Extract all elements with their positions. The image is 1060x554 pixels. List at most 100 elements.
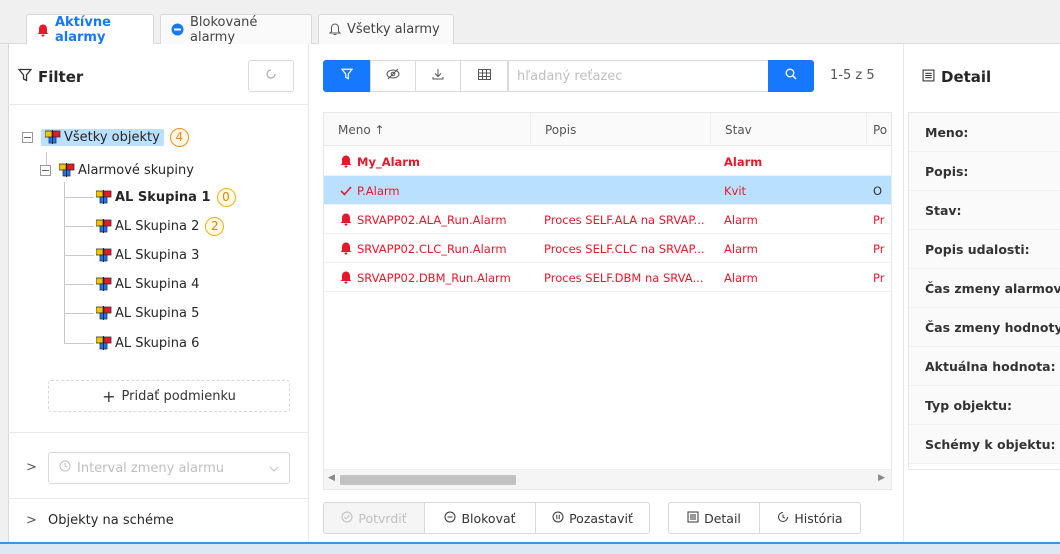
chevron-down-icon: [269, 461, 279, 476]
download-icon: [432, 68, 444, 84]
tab-all-alarms[interactable]: Všetky alarmy: [318, 14, 454, 44]
eye-slash-icon: [386, 68, 400, 84]
search-input[interactable]: [508, 60, 768, 92]
table-row[interactable]: My_Alarm Alarm: [324, 147, 891, 176]
object-icon: [96, 219, 112, 233]
tree-node-label: AL Skupina 5: [115, 305, 200, 321]
refresh-icon: [265, 68, 277, 84]
alarm-description: [544, 176, 704, 205]
tree-line: [64, 226, 94, 227]
tree-line: [64, 343, 94, 344]
tab-active-alarms[interactable]: Aktívne alarmy: [26, 14, 154, 45]
pause-circle-icon: [552, 511, 564, 526]
tree-node-all-objects[interactable]: − Všetky objekty 4: [22, 126, 189, 148]
alarm-description: Proces SELF.DBM na SRVA...: [544, 270, 704, 285]
tree-node-al-group-3[interactable]: AL Skupina 3: [96, 244, 199, 266]
pause-button[interactable]: Pozastaviť: [535, 502, 650, 534]
column-header-state[interactable]: Stav: [710, 113, 866, 146]
bell-icon: [37, 24, 49, 37]
alarm-extra: [873, 147, 891, 176]
tree-line: [64, 197, 94, 198]
tree-node-al-group-2[interactable]: AL Skupina 2 2: [96, 215, 225, 237]
tree-node-label: Všetky objekty: [64, 129, 160, 145]
tree-node-label: AL Skupina 1: [115, 189, 211, 205]
alarm-state: Alarm: [724, 270, 758, 285]
collapse-icon[interactable]: −: [40, 164, 51, 176]
tree-node-alarm-groups[interactable]: − Alarmové skupiny: [40, 159, 194, 181]
horizontal-scrollbar[interactable]: ◀ ▶: [324, 469, 891, 489]
alarm-description: [544, 147, 704, 176]
column-divider: [903, 44, 904, 542]
tab-label: Všetky alarmy: [347, 22, 440, 37]
collapse-icon[interactable]: −: [22, 131, 33, 143]
alarm-name: SRVAPP02.CLC_Run.Alarm: [357, 241, 507, 256]
alarm-name: P.Alarm: [357, 183, 400, 198]
tree-line: [64, 284, 94, 285]
detail-icon: [922, 68, 935, 86]
alarm-state: Kvit: [724, 183, 747, 198]
object-icon: [45, 130, 61, 144]
table-row[interactable]: SRVAPP02.ALA_Run.Alarm Proces SELF.ALA n…: [324, 205, 891, 234]
refresh-button[interactable]: [248, 60, 294, 92]
blocked-icon: [171, 23, 184, 36]
table-row[interactable]: SRVAPP02.DBM_Run.Alarm Proces SELF.DBM n…: [324, 263, 891, 292]
detail-field-label: Typ objektu:: [909, 386, 1060, 425]
tree-line: [64, 313, 94, 314]
filter-toggle-button[interactable]: [323, 60, 371, 92]
alarm-extra: O: [873, 183, 883, 198]
tab-label: Aktívne alarmy: [55, 15, 111, 45]
block-button[interactable]: Blokovať: [424, 502, 536, 534]
count-badge: 0: [216, 187, 236, 207]
detail-field-label: Meno:: [909, 113, 1060, 152]
scroll-left-icon[interactable]: ◀: [328, 473, 335, 483]
detail-field-label: Popis:: [909, 152, 1060, 191]
search-button[interactable]: [768, 60, 814, 92]
object-icon: [96, 277, 112, 291]
bell-icon: [340, 242, 352, 255]
tab-bar: [0, 0, 1060, 44]
tree-node-al-group-6[interactable]: AL Skupina 6: [96, 332, 199, 354]
chevron-right-icon[interactable]: >: [26, 513, 37, 528]
chevron-right-icon[interactable]: >: [26, 460, 37, 475]
confirm-button[interactable]: Potvrdiť: [323, 502, 425, 534]
filter-icon: [17, 68, 33, 86]
tab-blocked-alarms[interactable]: Blokované alarmy: [160, 14, 312, 45]
tree-node-label: AL Skupina 2: [115, 218, 200, 234]
minus-circle-icon: [444, 511, 456, 526]
detail-button[interactable]: Detail: [668, 502, 760, 534]
scrollbar-thumb[interactable]: [340, 475, 516, 485]
column-header-name[interactable]: Meno ↑: [324, 113, 530, 146]
scroll-right-icon[interactable]: ▶: [878, 473, 885, 483]
column-header-extra[interactable]: Po: [866, 113, 891, 146]
filter-title: Filter: [17, 68, 83, 86]
detail-icon: [687, 511, 699, 526]
object-icon: [96, 336, 112, 350]
hide-button[interactable]: [370, 60, 416, 92]
objects-on-scheme[interactable]: Objekty na schéme: [48, 513, 174, 528]
pagination-counter: 1-5 z 5: [830, 68, 875, 83]
tree-line: [64, 182, 65, 344]
columns-button[interactable]: [460, 60, 508, 92]
column-divider: [308, 44, 309, 542]
tree-node-al-group-5[interactable]: AL Skupina 5: [96, 302, 199, 324]
tab-label: Blokované alarmy: [190, 14, 258, 45]
table-row-selected[interactable]: P.Alarm Kvit O: [324, 176, 891, 205]
tree-node-al-group-1[interactable]: AL Skupina 1 0: [96, 186, 236, 208]
add-condition-button[interactable]: + Pridať podmienku: [48, 380, 290, 412]
alarm-description: Proces SELF.CLC na SRVAP...: [544, 241, 704, 256]
alarm-description: Proces SELF.ALA na SRVAP...: [544, 212, 704, 227]
history-button[interactable]: História: [759, 502, 861, 534]
export-button[interactable]: [415, 60, 461, 92]
section-divider: [8, 498, 308, 499]
object-icon: [59, 163, 75, 177]
bell-icon: [340, 213, 352, 226]
interval-placeholder: Interval zmeny alarmu: [77, 460, 225, 476]
detail-field-label: Popis udalosti:: [909, 230, 1060, 269]
column-header-description[interactable]: Popis: [530, 113, 710, 146]
detail-title: Detail: [922, 68, 991, 86]
table-row[interactable]: SRVAPP02.CLC_Run.Alarm Proces SELF.CLC n…: [324, 234, 891, 263]
object-icon: [96, 248, 112, 262]
interval-select[interactable]: Interval zmeny alarmu: [48, 452, 290, 484]
alarm-state: Alarm: [724, 154, 763, 169]
tree-node-al-group-4[interactable]: AL Skupina 4: [96, 273, 199, 295]
